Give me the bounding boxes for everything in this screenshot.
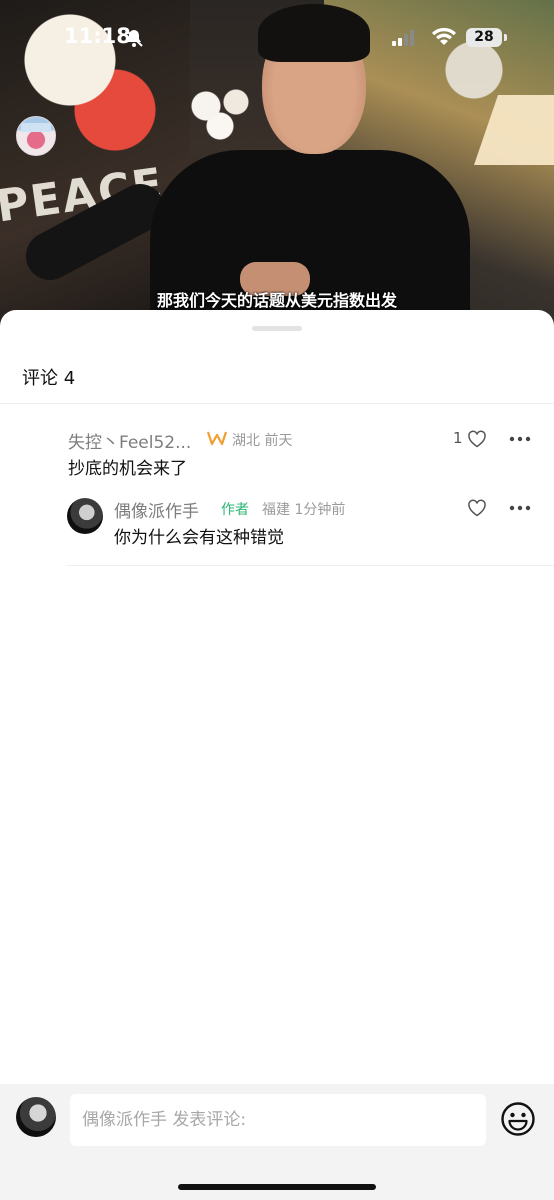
battery-indicator: 28 (466, 28, 502, 47)
reply-text: 你为什么会有这种错觉 (114, 528, 284, 548)
reply-username[interactable]: 偶像派作手 (114, 497, 199, 522)
emoji-icon[interactable] (500, 1101, 536, 1137)
vip-badge-icon (207, 431, 227, 446)
cellular-signal-icon (392, 30, 414, 46)
like-count: 1 (453, 429, 463, 447)
avatar[interactable] (16, 116, 56, 156)
battery-tip (504, 34, 507, 41)
video-subtitle: 那我们今天的话题从美元指数出发 (156, 291, 397, 310)
heart-icon[interactable] (467, 499, 487, 517)
flowers (186, 86, 266, 146)
header-divider (0, 403, 554, 404)
comment-time: 前天 (264, 433, 293, 449)
more-options-icon[interactable] (509, 436, 531, 442)
comment-location: 湖北 (232, 433, 260, 449)
heart-icon[interactable] (467, 430, 487, 448)
comment-input[interactable]: 偶像派作手 发表评论: (70, 1094, 486, 1146)
reply-divider (66, 565, 554, 566)
more-options-icon[interactable] (509, 505, 531, 511)
comment-username[interactable]: 失控丶Feel52... (68, 428, 191, 453)
home-indicator[interactable] (178, 1184, 376, 1190)
reply-avatar[interactable] (67, 498, 103, 534)
status-time: 11:18 (64, 24, 131, 48)
presenter-hair (258, 4, 370, 62)
drag-handle[interactable] (252, 326, 302, 331)
comment-meta: 湖北 前天 (232, 430, 292, 450)
my-avatar[interactable] (16, 1097, 56, 1137)
comments-title: 评论 4 (22, 368, 76, 389)
author-tag: 作者 (221, 502, 249, 518)
avatar-tag (21, 123, 51, 132)
bell-mute-icon (125, 29, 143, 47)
reply-time: 1分钟前 (294, 502, 346, 518)
video-player[interactable]: PEACE 那我们今天的话题从美元指数出发 (0, 0, 554, 330)
wifi-icon (432, 27, 456, 45)
comment-text: 抄底的机会来了 (68, 459, 187, 479)
reply-location: 福建 (262, 502, 290, 518)
reply-meta: 福建 1分钟前 (262, 499, 345, 519)
